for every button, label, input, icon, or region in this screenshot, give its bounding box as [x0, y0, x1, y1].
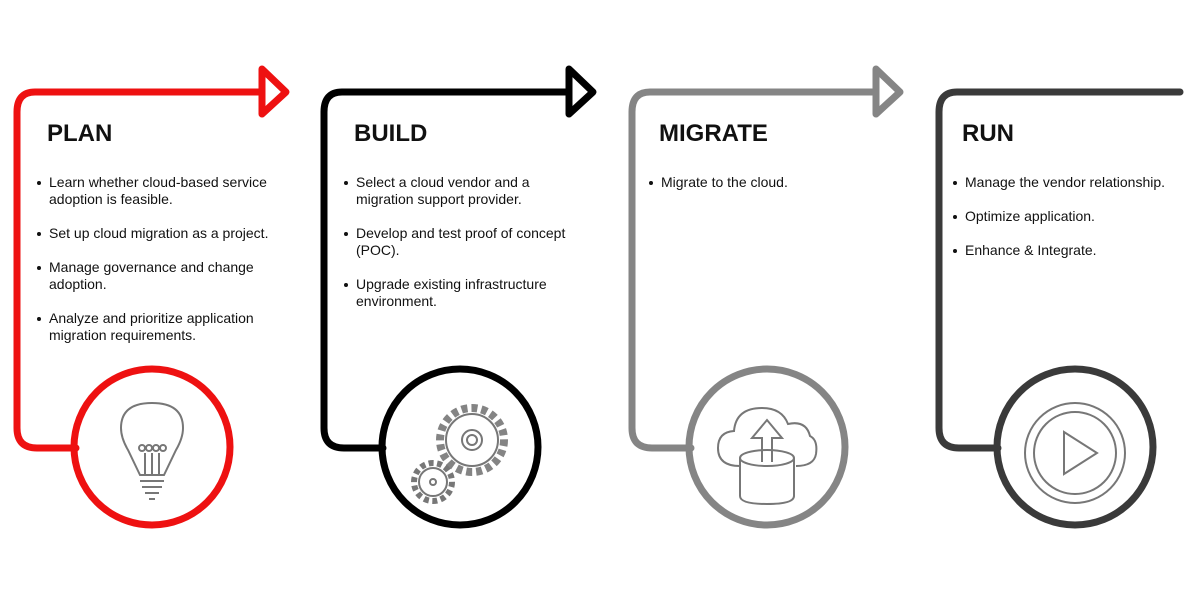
list-item: Manage the vendor relationship. — [953, 174, 1193, 191]
phase-title-plan: PLAN — [47, 120, 113, 147]
list-item: Optimize application. — [953, 208, 1193, 225]
run-frame — [935, 88, 1184, 529]
play-icon — [1024, 402, 1126, 504]
phase-title-migrate: MIGRATE — [659, 120, 768, 147]
lightbulb-icon — [119, 401, 185, 500]
phase-title-build: BUILD — [354, 120, 428, 147]
list-item: Analyze and prioritize application migra… — [37, 310, 277, 344]
plan-items: Learn whether cloud-based service adopti… — [37, 174, 277, 361]
build-items: Select a cloud vendor and a migration su… — [344, 174, 584, 327]
gears-icon — [411, 404, 508, 504]
list-item: Enhance & Integrate. — [953, 242, 1193, 259]
migrate-items: Migrate to the cloud. — [649, 174, 889, 208]
list-item: Learn whether cloud-based service adopti… — [37, 174, 277, 208]
list-item: Upgrade existing infrastructure environm… — [344, 276, 584, 310]
list-item: Develop and test proof of concept (POC). — [344, 225, 584, 259]
cloud-upload-icon — [716, 406, 818, 506]
list-item: Manage governance and change adoption. — [37, 259, 277, 293]
list-item: Set up cloud migration as a project. — [37, 225, 277, 242]
list-item: Select a cloud vendor and a migration su… — [344, 174, 584, 208]
phase-title-run: RUN — [962, 120, 1014, 147]
run-items: Manage the vendor relationship. Optimize… — [953, 174, 1193, 276]
cloud-migration-diagram: PLAN Learn whether cloud-based service a… — [0, 0, 1200, 600]
list-item: Migrate to the cloud. — [649, 174, 889, 191]
